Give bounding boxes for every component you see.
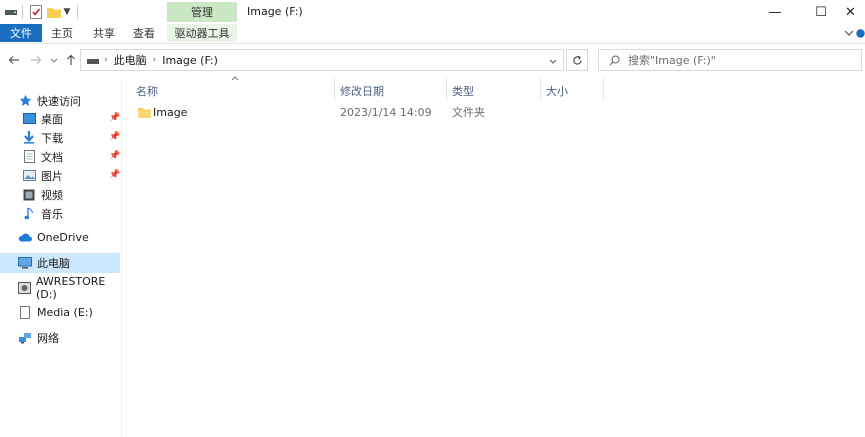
music-icon (22, 207, 36, 221)
folder-icon (137, 103, 151, 121)
nav-label: 文档 (41, 150, 63, 164)
video-icon (22, 188, 36, 202)
tab-file[interactable]: 文件 (0, 24, 42, 42)
column-header-name[interactable]: 名称 (136, 82, 332, 100)
picture-icon (22, 169, 36, 183)
star-icon (18, 94, 32, 108)
file-list-empty-area[interactable] (122, 124, 865, 437)
network-icon (18, 331, 32, 345)
minimize-button[interactable]: — (752, 0, 798, 24)
window-title: Image (F:) (247, 5, 303, 18)
nav-label: 网络 (37, 331, 59, 345)
properties-icon[interactable] (28, 4, 44, 20)
nav-downloads[interactable]: 下载 📌 (0, 128, 120, 147)
file-name: Image (153, 105, 188, 119)
pin-icon[interactable]: 📌 (109, 113, 120, 123)
pin-icon[interactable]: 📌 (109, 170, 120, 180)
up-icon[interactable] (63, 52, 79, 68)
refresh-icon (572, 55, 582, 65)
search-placeholder: 搜索"Image (F:)" (628, 54, 716, 67)
nav-label: 桌面 (41, 112, 63, 126)
tab-drive-tools[interactable]: 驱动器工具 (167, 24, 237, 42)
nav-label: OneDrive (37, 231, 89, 244)
nav-quick-access[interactable]: 快速访问 (0, 91, 120, 110)
nav-onedrive[interactable]: OneDrive (0, 228, 120, 247)
search-icon (609, 55, 620, 66)
download-icon (22, 131, 36, 145)
search-input[interactable]: 搜索"Image (F:)" (598, 49, 862, 71)
nav-music[interactable]: 音乐 (0, 204, 120, 223)
divider (22, 5, 23, 19)
qat-dropdown-icon[interactable]: ▼ (62, 4, 72, 20)
address-bar[interactable]: › 此电脑 › Image (F:) (80, 49, 564, 71)
nav-label: 图片 (41, 169, 63, 183)
file-type: 文件夹 (452, 106, 485, 119)
desktop-icon (22, 112, 36, 126)
refresh-button[interactable] (566, 49, 588, 71)
tab-share[interactable]: 共享 (88, 24, 120, 42)
tab-home[interactable]: 主页 (46, 24, 78, 42)
nav-label: 此电脑 (37, 257, 70, 270)
expand-ribbon-icon[interactable] (842, 26, 856, 40)
file-date: 2023/1/14 14:09 (340, 105, 432, 119)
address-row: › 此电脑 › Image (F:) 搜索"Image (F:)" (0, 44, 865, 76)
address-history-dropdown-icon[interactable] (549, 54, 557, 67)
drive-icon[interactable] (4, 4, 18, 20)
tab-view[interactable]: 查看 (128, 24, 160, 42)
nav-label: 下载 (41, 131, 63, 145)
nav-desktop[interactable]: 桌面 📌 (0, 109, 120, 128)
chevron-right-icon[interactable]: › (153, 55, 157, 65)
close-button[interactable]: ✕ (836, 0, 865, 24)
pin-icon[interactable]: 📌 (109, 151, 120, 161)
file-row[interactable]: Image 2023/1/14 14:09 文件夹 (133, 103, 603, 121)
navigation-pane: 快速访问 桌面 📌 下载 📌 文档 📌 图片 📌 视频 音乐 OneDrive … (0, 78, 120, 437)
column-header-type[interactable]: 类型 (452, 82, 538, 100)
hard-drive-icon (18, 281, 31, 295)
breadcrumb-this-pc[interactable]: 此电脑 (114, 52, 147, 68)
nav-pictures[interactable]: 图片 📌 (0, 166, 120, 185)
nav-label: Media (E:) (37, 306, 93, 319)
title-bar: ▼ 管理 Image (F:) — ☐ ✕ (0, 0, 865, 24)
nav-drive-d[interactable]: AWRESTORE (D:) (0, 275, 120, 301)
nav-label: AWRESTORE (D:) (36, 274, 106, 301)
column-separator[interactable] (603, 78, 604, 100)
forward-icon[interactable] (28, 52, 44, 68)
nav-label: 快速访问 (37, 94, 81, 108)
cloud-icon (18, 231, 32, 245)
nav-drive-e[interactable]: Media (E:) (0, 303, 120, 322)
nav-network[interactable]: 网络 (0, 328, 120, 347)
nav-videos[interactable]: 视频 (0, 185, 120, 204)
nav-this-pc[interactable]: 此电脑 (0, 253, 120, 273)
column-header-size[interactable]: 大小 (546, 82, 602, 100)
contextual-tab-manage[interactable]: 管理 (167, 2, 237, 22)
new-folder-icon[interactable] (46, 4, 62, 20)
pin-icon[interactable]: 📌 (109, 132, 120, 142)
back-icon[interactable] (6, 52, 22, 68)
recent-locations-icon[interactable] (48, 52, 60, 68)
file-size (546, 103, 602, 121)
nav-documents[interactable]: 文档 📌 (0, 147, 120, 166)
chevron-right-icon[interactable]: › (104, 55, 108, 65)
ribbon-tabs: 文件 主页 共享 查看 驱动器工具 (0, 24, 865, 44)
document-icon (22, 150, 36, 164)
nav-label: 视频 (41, 188, 63, 202)
help-icon[interactable] (856, 26, 865, 40)
divider (77, 5, 78, 19)
breadcrumb-drive-f[interactable]: Image (F:) (162, 54, 218, 67)
column-separator[interactable] (334, 78, 335, 100)
nav-label: 音乐 (41, 207, 63, 221)
computer-icon (18, 256, 32, 270)
column-separator[interactable] (446, 78, 447, 100)
blank-drive-icon (18, 306, 32, 320)
column-header-date[interactable]: 修改日期 (340, 82, 444, 100)
column-separator[interactable] (540, 78, 541, 100)
drive-icon (84, 57, 102, 64)
